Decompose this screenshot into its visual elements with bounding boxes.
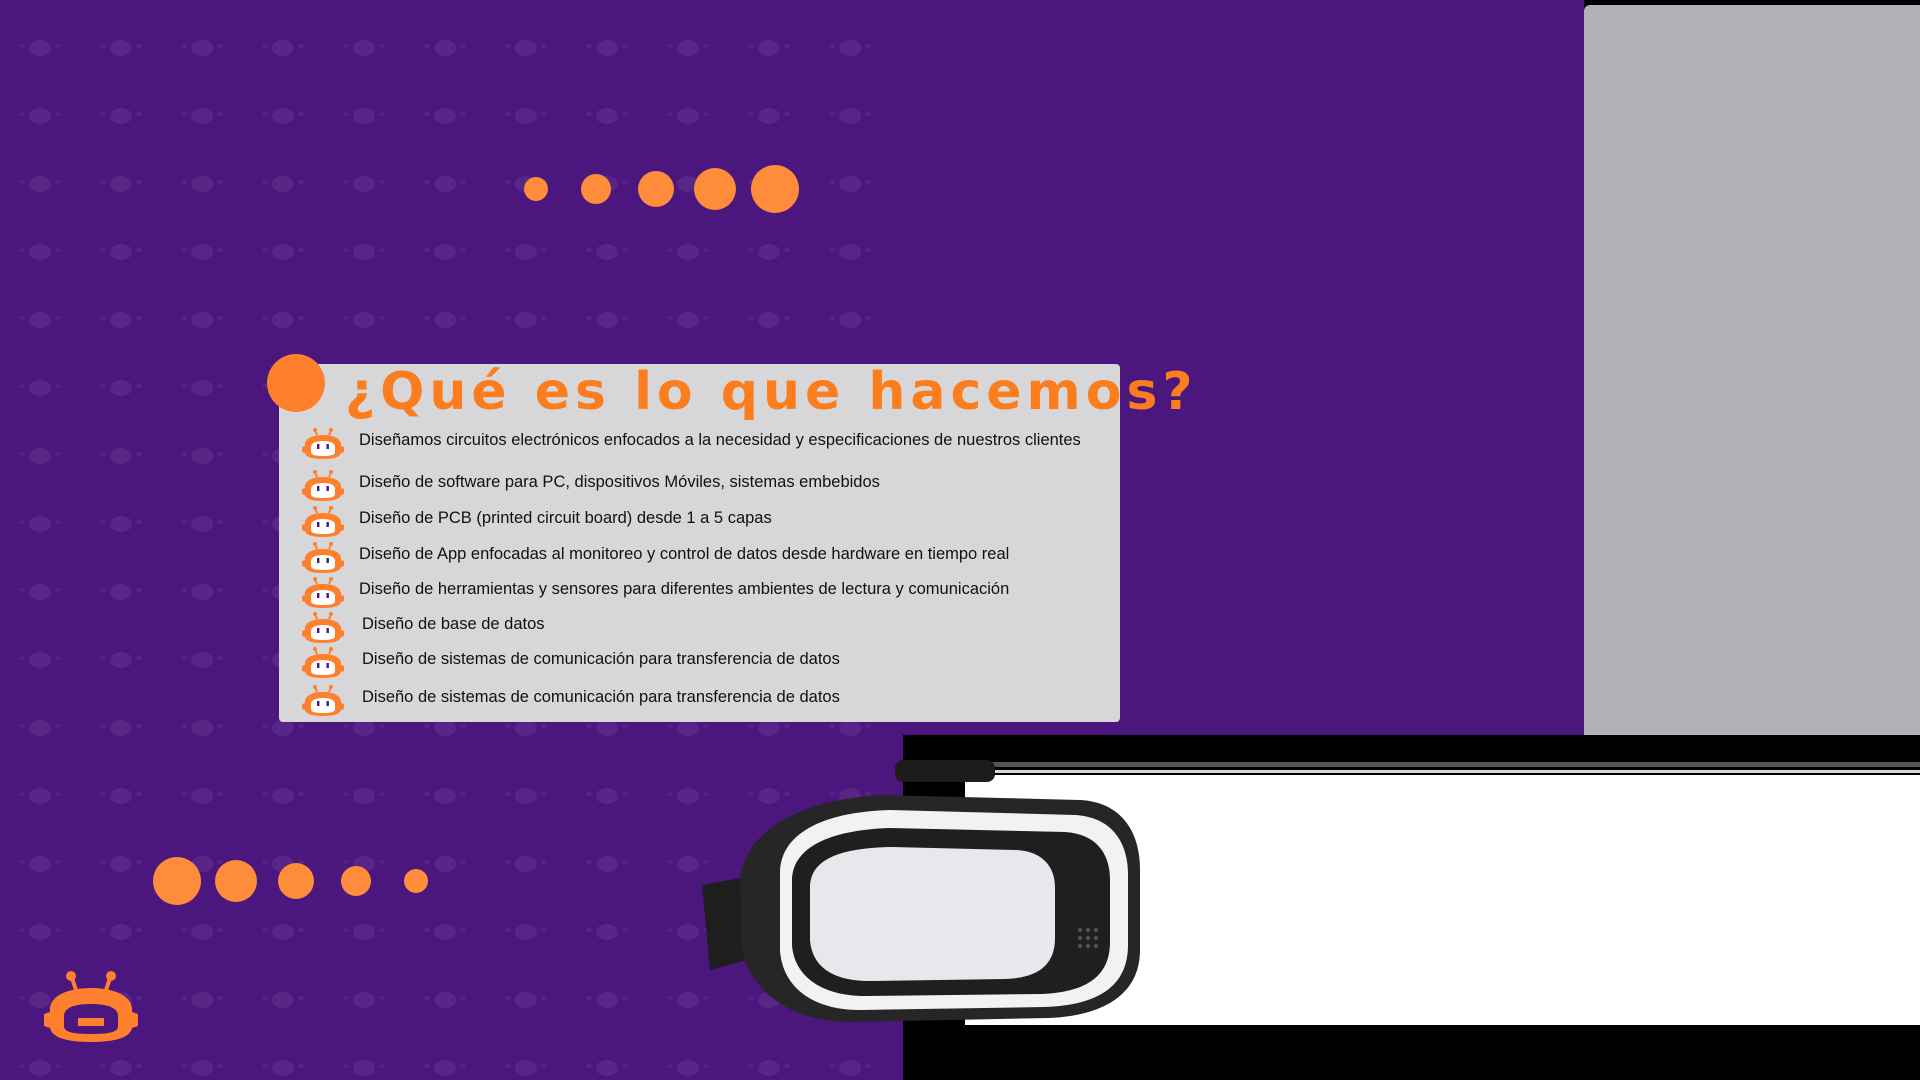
list-item: Diseño de herramientas y sensores para d… xyxy=(300,577,1110,615)
list-item-label: Diseño de herramientas y sensores para d… xyxy=(359,580,1010,598)
section-title: ¿Qué es lo que hacemos? xyxy=(345,362,1198,422)
list-item-label: Diseño de software para PC, dispositivos… xyxy=(359,473,880,491)
list-item-label: Diseño de base de datos xyxy=(362,615,545,633)
title-accent-dot xyxy=(267,354,325,412)
decor-dot xyxy=(751,165,799,213)
robot-head-icon xyxy=(300,647,346,679)
list-item: Diseño de sistemas de comunicación para … xyxy=(300,685,1110,723)
decor-dot xyxy=(278,863,314,899)
list-item: Diseño de PCB (printed circuit board) de… xyxy=(300,506,1110,544)
robot-head-icon xyxy=(300,542,346,574)
list-item: Diseño de software para PC, dispositivos… xyxy=(300,470,1110,508)
decor-dot xyxy=(215,860,257,902)
decor-dot xyxy=(524,177,548,201)
list-item-label: Diseño de sistemas de comunicación para … xyxy=(362,650,840,668)
decor-dot xyxy=(694,168,736,210)
list-item-label: Diseñamos circuitos electrónicos enfocad… xyxy=(359,431,1081,449)
gray-panel xyxy=(1584,5,1920,735)
list-item-label: Diseño de PCB (printed circuit board) de… xyxy=(359,509,772,527)
vr-headset-image xyxy=(702,760,1140,1022)
robot-head-icon xyxy=(300,470,346,502)
list-item-label: Diseño de App enfocadas al monitoreo y c… xyxy=(359,545,1010,563)
decor-dot xyxy=(341,866,371,896)
robot-head-icon xyxy=(300,612,346,644)
list-item: Diseño de App enfocadas al monitoreo y c… xyxy=(300,542,1110,580)
robot-logo-icon xyxy=(44,971,138,1042)
list-item-label: Diseño de sistemas de comunicación para … xyxy=(362,688,840,706)
decor-dot xyxy=(638,171,674,207)
robot-head-icon xyxy=(300,506,346,538)
list-item: Diseño de sistemas de comunicación para … xyxy=(300,647,1110,685)
decor-dot xyxy=(581,174,611,204)
decor-dot xyxy=(404,869,428,893)
decor-dot xyxy=(153,857,201,905)
robot-head-icon xyxy=(300,577,346,609)
robot-head-icon xyxy=(300,685,346,717)
list-item: Diseño de base de datos xyxy=(300,612,1110,650)
list-item: Diseñamos circuitos electrónicos enfocad… xyxy=(300,428,1110,466)
robot-head-icon xyxy=(300,428,346,460)
